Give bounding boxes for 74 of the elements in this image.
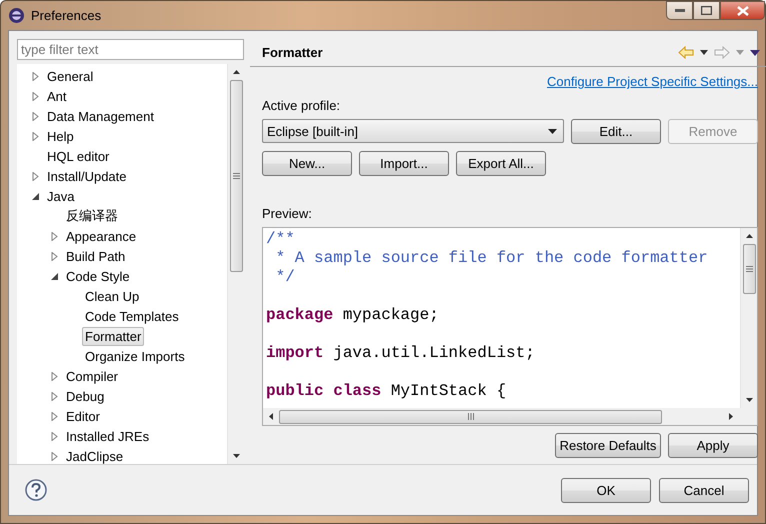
collapsed-arrow-icon[interactable] (31, 72, 40, 80)
collapsed-arrow-icon[interactable] (31, 132, 40, 140)
scroll-down-icon[interactable] (746, 398, 752, 402)
expanded-arrow-icon[interactable] (31, 192, 40, 200)
tree-item[interactable]: Formatter (82, 326, 144, 346)
help-icon[interactable] (25, 479, 47, 501)
app-icon (8, 7, 25, 24)
tree-item[interactable]: HQL editor (44, 146, 112, 166)
project-settings-link[interactable]: Configure Project Specific Settings... (547, 74, 758, 89)
tree-item[interactable]: Organize Imports (82, 346, 188, 366)
maximize-icon (701, 6, 712, 15)
profile-dropdown[interactable]: Eclipse [built-in] (262, 119, 564, 143)
tree-item[interactable]: JadClipse (63, 446, 126, 464)
minimize-icon (674, 8, 684, 12)
tree-item[interactable]: Debug (63, 386, 108, 406)
collapsed-arrow-icon[interactable] (50, 252, 59, 260)
horizontal-scrollbar[interactable] (263, 408, 757, 425)
page-button[interactable]: Apply (668, 433, 758, 458)
close-button[interactable] (720, 1, 765, 20)
scroll-down-icon[interactable] (232, 454, 240, 458)
profile-button[interactable]: Edit... (571, 119, 661, 144)
collapsed-arrow-icon[interactable] (31, 92, 40, 100)
collapsed-arrow-icon[interactable] (50, 432, 59, 440)
scrollbar[interactable] (740, 228, 757, 408)
tree-item[interactable]: Build Path (63, 246, 128, 266)
minimize-button[interactable] (666, 1, 693, 20)
collapsed-arrow-icon[interactable] (31, 172, 40, 180)
dropdown-icon[interactable] (700, 50, 708, 55)
profile-label: Active profile: (262, 98, 342, 113)
code-preview: /** * A sample source file for the code formatter */ package mypackage; import java.util.LinkedList; public class MyIntStack { (265, 229, 709, 402)
grip-icon (746, 266, 752, 272)
scroll-up-icon[interactable] (746, 234, 752, 238)
scroll-up-icon[interactable] (232, 70, 240, 74)
collapsed-arrow-icon[interactable] (50, 412, 59, 420)
maximize-button[interactable] (693, 1, 720, 20)
scroll-right-icon[interactable] (729, 413, 733, 420)
tree-item[interactable]: Java (44, 186, 78, 206)
page-button[interactable]: Restore Defaults (555, 433, 661, 458)
profile-action-button[interactable]: New... (262, 151, 352, 176)
tree-item[interactable]: Ant (44, 86, 70, 106)
grip-icon (232, 173, 240, 179)
tree-item[interactable]: General (44, 66, 96, 86)
expanded-arrow-icon[interactable] (50, 272, 59, 280)
tree-item[interactable]: 反编译器 (63, 205, 121, 227)
collapsed-arrow-icon[interactable] (50, 232, 59, 240)
grip-icon (468, 413, 474, 420)
collapsed-arrow-icon[interactable] (50, 392, 59, 400)
tree-item[interactable]: Compiler (63, 366, 122, 386)
forward-arrow-icon[interactable] (714, 46, 730, 59)
tree-item[interactable]: Code Style (63, 266, 133, 286)
profile-action-button[interactable]: Import... (359, 151, 449, 176)
window-title: Preferences (31, 8, 102, 23)
collapsed-arrow-icon[interactable] (50, 452, 59, 460)
profile-action-button[interactable]: Export All... (456, 151, 546, 176)
dropdown-icon (548, 128, 557, 134)
tree-item[interactable]: Data Management (44, 106, 157, 126)
filter-field[interactable]: type filter text (17, 39, 244, 60)
collapsed-arrow-icon[interactable] (31, 112, 40, 120)
scroll-left-icon[interactable] (269, 413, 273, 420)
tree-item[interactable]: Installed JREs (63, 426, 152, 446)
tree-item[interactable]: Editor (63, 406, 103, 426)
dialog-button[interactable]: Cancel (659, 478, 749, 502)
tree-item[interactable]: Help (44, 126, 77, 146)
menu-icon[interactable] (750, 50, 760, 56)
page-title: Formatter (262, 45, 323, 60)
tree-item[interactable]: Code Templates (82, 306, 182, 326)
dialog-button[interactable]: OK (561, 478, 651, 502)
preview-label: Preview: (262, 206, 313, 221)
collapsed-arrow-icon[interactable] (50, 372, 59, 380)
tree-item[interactable]: Install/Update (44, 166, 130, 186)
close-icon (736, 6, 748, 16)
back-arrow-icon[interactable] (678, 46, 694, 59)
tree-item[interactable]: Appearance (63, 226, 140, 246)
tree-item[interactable]: Clean Up (82, 286, 142, 306)
